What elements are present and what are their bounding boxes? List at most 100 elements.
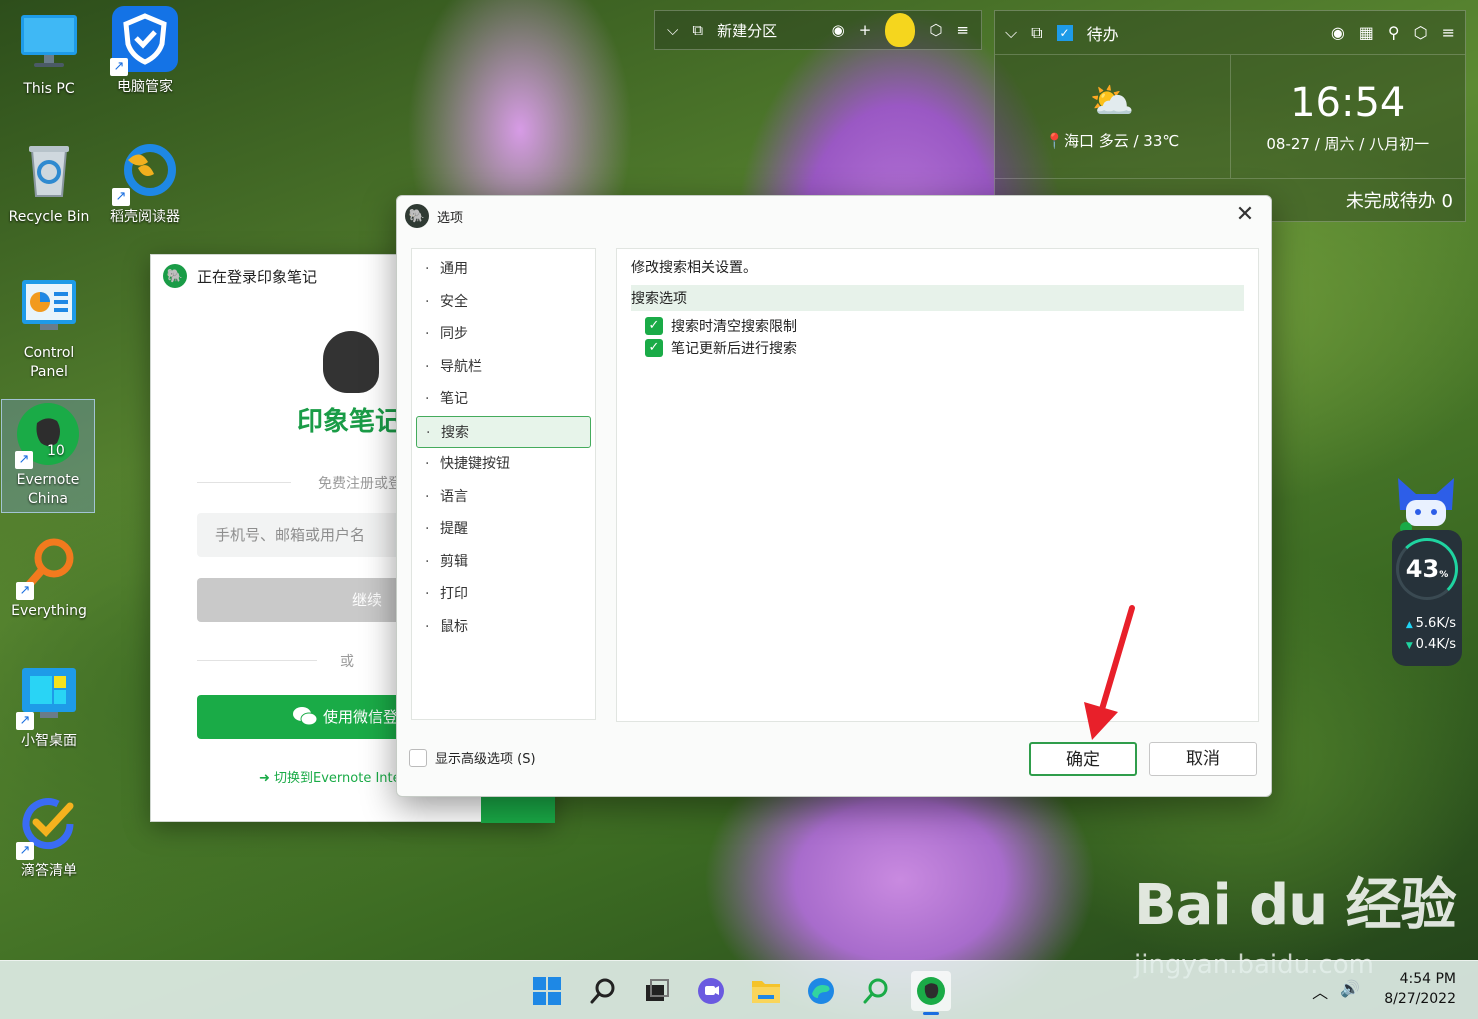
teams-chat-button[interactable] [691,971,731,1011]
nav-item-mouse[interactable]: 鼠标 [412,611,595,644]
advanced-checkbox[interactable] [409,748,427,767]
search-icon [590,978,615,1004]
evernote-elephant-icon [323,331,379,393]
evernote-logo-icon: 🐘 [405,204,429,228]
desktop-icon-label: Control Panel [23,345,75,380]
nav-item-reminders[interactable]: 提醒 [412,513,595,546]
section-title: 搜索选项 [631,285,1244,311]
cloud-sun-icon: ⛅ [1089,81,1135,122]
desktop-icon-evernote-china[interactable]: 10 ↗ Evernote China [1,399,95,513]
mascot-head-icon [1398,478,1454,534]
evernote-logo-icon: 🐘 [163,264,187,288]
ticktick-icon: ↗ [16,794,80,860]
ok-button[interactable]: 确定 [1029,742,1137,776]
system-tray: ︿ 🔊 [1312,979,1360,1003]
checkbox-checked-icon[interactable]: ✓ [645,317,663,335]
nav-item-security[interactable]: 安全 [412,286,595,319]
nav-item-sync[interactable]: 同步 [412,318,595,351]
file-explorer-button[interactable] [746,971,786,1011]
chat-icon [698,978,724,1004]
clock-weather-widget: ⌵ ⧉ ✓ 待办 ◉ ▦ ⚲ ⬡ ≡ ⛅ 📍海口 多云 / 33℃ 16:54 … [994,10,1466,222]
desktop-icon-docer-reader[interactable]: ↗ 稻壳阅读器 [98,140,192,227]
shield-icon: ↗ [110,6,178,76]
desktop-icon-xiaozhi[interactable]: ↗ 小智桌面 [2,664,96,751]
partition-label[interactable]: 新建分区 [717,20,777,41]
option-clear-search-restrictions[interactable]: ✓ 搜索时清空搜索限制 [645,315,1244,337]
nav-item-notes[interactable]: 笔记 [412,383,595,416]
shirt-icon[interactable]: ⬡ [1414,23,1428,42]
desktop-icon-label: Evernote China [16,472,80,507]
desktop-icon-ticktick[interactable]: ↗ 滴答清单 [2,794,96,881]
red-arrow-annotation [1084,605,1135,740]
taskbar-clock[interactable]: 4:54 PM 8/27/2022 [1384,969,1456,1009]
show-advanced-option[interactable]: 显示高级选项 (S) [409,748,536,767]
close-icon[interactable]: ✕ [1233,204,1257,228]
partition-icon[interactable]: ⧉ [1031,23,1042,43]
clock-panel[interactable]: 16:54 08-27 / 周六 / 八月初一 [1229,55,1466,178]
taskbar-search-button[interactable] [583,971,623,1011]
magnifier-icon: ↗ [16,534,80,600]
evernote-taskbar-button[interactable] [911,971,951,1015]
nav-item-clipper[interactable]: 剪辑 [412,546,595,579]
nav-item-language[interactable]: 语言 [412,481,595,514]
nav-item-print[interactable]: 打印 [412,578,595,611]
weather-text: 海口 多云 / 33℃ [1063,132,1180,150]
qr-code-icon[interactable] [481,795,555,823]
switch-international-link[interactable]: ➜ 切换到Evernote International [259,767,419,786]
desktop-partition-bar: ⌵ ⧉ 新建分区 ◉ + ⬡ ≡ [654,10,982,50]
download-speed: ▼ 0.4K/s [1405,637,1456,652]
desktop-icon-recycle-bin[interactable]: Recycle Bin [2,140,96,227]
panel-description: 修改搜索相关设置。 [631,260,757,276]
shirt-icon[interactable]: ⬡ [929,21,942,39]
nav-item-search[interactable]: 搜索 [416,415,591,448]
chevron-up-icon[interactable]: ︿ [1312,979,1328,1003]
todo-check-icon: ✓ [1056,24,1073,41]
shortcut-arrow-icon: ↗ [112,188,130,206]
taskbar: ︿ 🔊 4:54 PM 8/27/2022 [0,960,1478,1019]
desktop-icon-pc-manager[interactable]: ↗ 电脑管家 [98,6,192,97]
advanced-label: 显示高级选项 (S) [435,752,536,767]
weather-panel[interactable]: ⛅ 📍海口 多云 / 33℃ [995,55,1230,178]
search-icon[interactable]: ⚲ [1388,23,1400,42]
clock-time: 16:54 [1290,80,1406,126]
todo-tab[interactable]: 待办 [1087,21,1119,45]
desktop-icon-label: Everything [11,603,87,619]
user-icon[interactable]: ◉ [832,21,845,39]
system-monitor-widget[interactable]: 43% ▲ 5.6K/s ▼ 0.4K/s [1392,476,1462,666]
taskbar-date: 8/27/2022 [1384,991,1456,1007]
add-icon[interactable]: + [859,21,872,39]
option-search-after-update[interactable]: ✓ 笔记更新后进行搜索 [645,337,1244,359]
nav-item-navbar[interactable]: 导航栏 [412,351,595,384]
shortcut-arrow-icon: ↗ [16,842,34,860]
desktop-icon-everything[interactable]: ↗ Everything [2,534,96,621]
calendar-icon[interactable]: ▦ [1359,23,1374,42]
cpu-percent: 43% [1405,555,1449,583]
user-icon[interactable]: ◉ [1331,23,1345,42]
nav-item-general[interactable]: 通用 [412,253,595,286]
chevron-down-icon[interactable]: ⌵ [667,21,678,39]
menu-icon[interactable]: ≡ [1442,23,1455,42]
taskbar-time: 4:54 PM [1399,971,1456,987]
upload-speed: ▲ 5.6K/s [1405,616,1456,631]
task-view-button[interactable] [637,971,677,1011]
everything-search-button[interactable] [856,971,896,1011]
edge-browser-button[interactable] [801,971,841,1011]
desktop-icon-this-pc[interactable]: This PC [2,12,96,99]
recycle-bin-icon [18,140,80,202]
windows-logo-icon [533,977,561,1005]
speaker-icon[interactable]: 🔊 [1340,979,1360,1003]
shortcut-arrow-icon: ↗ [16,582,34,600]
nav-item-shortcuts[interactable]: 快捷键按钮 [412,448,595,481]
cancel-button[interactable]: 取消 [1149,742,1257,776]
control-panel-icon [18,276,80,338]
desktop-icon-label: 稻壳阅读器 [110,209,180,225]
chevron-down-icon[interactable]: ⌵ [1005,23,1017,43]
desktop-icon-control-panel[interactable]: Control Panel [2,276,96,382]
start-button[interactable] [527,971,567,1011]
evernote-icon: 10 ↗ [15,403,79,469]
search-settings-panel: 修改搜索相关设置。 搜索选项 ✓ 搜索时清空搜索限制 ✓ 笔记更新后进行搜索 [616,248,1259,722]
checkbox-checked-icon[interactable]: ✓ [645,339,663,357]
menu-icon[interactable]: ≡ [956,21,969,39]
desktop-icon-label: This PC [23,81,75,97]
desktop-icon-label: Recycle Bin [8,209,90,225]
